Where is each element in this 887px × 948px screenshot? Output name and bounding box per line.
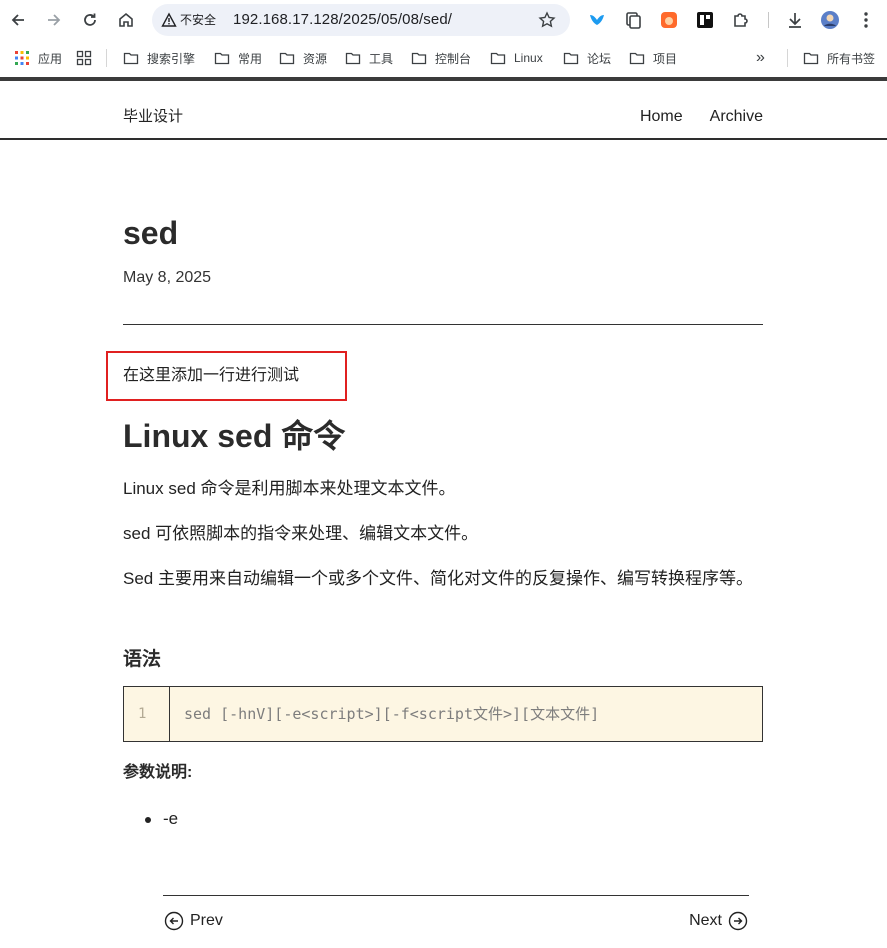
reader-extension-icon[interactable] [695, 10, 715, 30]
back-button[interactable] [6, 8, 30, 32]
avatar[interactable] [820, 10, 840, 30]
bookmark-folder-linux[interactable]: Linux [490, 50, 543, 66]
folder-icon [345, 52, 361, 65]
tab-groups-button[interactable] [76, 50, 100, 66]
back-icon [11, 14, 24, 26]
forward-button[interactable] [42, 8, 66, 32]
puzzle-icon[interactable] [731, 10, 751, 30]
chevron-double-right-icon: » [756, 49, 765, 66]
copy-extension-icon[interactable] [623, 10, 643, 30]
bookmarks-bar: 应用 搜索引擎 常用 资源 工具 控制台 Linux 论坛 项目 » 所有书签 [0, 40, 887, 76]
bookmark-folder-search-engines[interactable]: 搜索引擎 [123, 50, 195, 66]
syntax-heading: 语法 [123, 649, 162, 670]
bookmark-apps[interactable]: 应用 [14, 50, 62, 66]
bookmark-folder-resources[interactable]: 资源 [279, 50, 327, 66]
page-viewport: 毕业设计 Home Archive sed May 8, 2025 在这里添加一… [0, 81, 887, 948]
bullet-dot [145, 817, 151, 823]
divider [123, 324, 763, 325]
folder-icon [123, 52, 139, 65]
bookmark-folder-tools[interactable]: 工具 [345, 50, 393, 66]
prev-label: Prev [190, 912, 223, 929]
apps-grid-icon [15, 51, 29, 65]
site-nav: Home Archive [640, 108, 763, 126]
bookmark-folder-projects[interactable]: 项目 [629, 50, 677, 66]
post-title: sed [123, 215, 179, 251]
home-button[interactable] [114, 8, 138, 32]
bookmark-label: 常用 [238, 51, 263, 66]
params-label: 参数说明: [123, 764, 193, 781]
arrow-left-circle-icon [164, 911, 184, 931]
bookmarks-divider [106, 49, 107, 67]
added-test-line: 在这里添加一行进行测试 [123, 367, 300, 384]
paragraph: Sed 主要用来自动编辑一个或多个文件、简化对文件的反复操作、编写转换程序等。 [123, 569, 753, 588]
bookmark-label: 项目 [653, 51, 678, 66]
prev-post-link[interactable]: Prev [164, 910, 223, 932]
reload-icon [84, 13, 96, 26]
address-bar[interactable]: 不安全 192.168.17.128/2025/05/08/sed/ [152, 4, 570, 36]
forward-icon [48, 14, 61, 26]
fire-extension-icon[interactable] [659, 10, 679, 30]
star-icon[interactable] [538, 11, 556, 29]
code-text: sed [-hnV][-e<script>][-f<script文件>][文本文… [184, 705, 600, 723]
insecure-label[interactable]: 不安全 [180, 12, 216, 28]
folder-icon [490, 52, 506, 65]
list-item: -e [163, 809, 179, 828]
all-bookmarks-label: 所有书签 [827, 51, 876, 66]
bookmark-folder-console[interactable]: 控制台 [411, 50, 471, 66]
reload-button[interactable] [78, 8, 102, 32]
browser-toolbar: 不安全 192.168.17.128/2025/05/08/sed/ [0, 0, 887, 40]
all-bookmarks-folder[interactable]: 所有书签 [803, 50, 875, 66]
code-line-number: 1 [138, 706, 147, 722]
site-title[interactable]: 毕业设计 [123, 108, 183, 126]
folder-icon [563, 52, 579, 65]
divider [163, 895, 749, 896]
nav-archive-link[interactable]: Archive [710, 108, 763, 126]
post-date: May 8, 2025 [123, 269, 212, 286]
site-header: 毕业设计 Home Archive [0, 81, 887, 140]
paragraph: Linux sed 命令是利用脚本来处理文本文件。 [123, 479, 456, 498]
url-text[interactable]: 192.168.17.128/2025/05/08/sed/ [233, 10, 452, 30]
tab-grid-icon [76, 50, 92, 66]
folder-icon [214, 52, 230, 65]
bookmark-label: 论坛 [587, 51, 612, 66]
code-gutter: 1 [124, 687, 170, 741]
paragraph: sed 可依照脚本的指令来处理、编辑文本文件。 [123, 524, 479, 543]
section-heading: Linux sed 命令 [123, 418, 346, 454]
bookmark-label: 工具 [369, 51, 394, 66]
next-post-link[interactable]: Next [689, 910, 748, 932]
folder-icon [803, 52, 819, 65]
folder-icon [279, 52, 295, 65]
download-icon[interactable] [785, 10, 805, 30]
folder-icon [411, 52, 427, 65]
arrow-right-circle-icon [728, 911, 748, 931]
bookmark-label: Linux [514, 51, 543, 65]
warning-icon [161, 12, 177, 27]
menu-icon[interactable] [856, 10, 876, 30]
bookmark-label: 搜索引擎 [147, 51, 196, 66]
bookmarks-overflow-button[interactable]: » [756, 49, 765, 66]
toolbar-divider [768, 12, 769, 28]
bookmarks-divider [787, 49, 788, 67]
bird-extension-icon[interactable] [587, 10, 607, 30]
bookmark-label: 资源 [303, 51, 328, 66]
code-block: 1 sed [-hnV][-e<script>][-f<script文件>][文… [123, 686, 763, 742]
nav-home-link[interactable]: Home [640, 108, 683, 126]
next-label: Next [689, 912, 722, 929]
bookmark-folder-forum[interactable]: 论坛 [563, 50, 611, 66]
bookmark-label: 控制台 [435, 51, 472, 66]
folder-icon [629, 52, 645, 65]
bookmark-apps-label: 应用 [38, 51, 63, 66]
home-icon [119, 12, 133, 27]
bookmark-folder-common[interactable]: 常用 [214, 50, 262, 66]
